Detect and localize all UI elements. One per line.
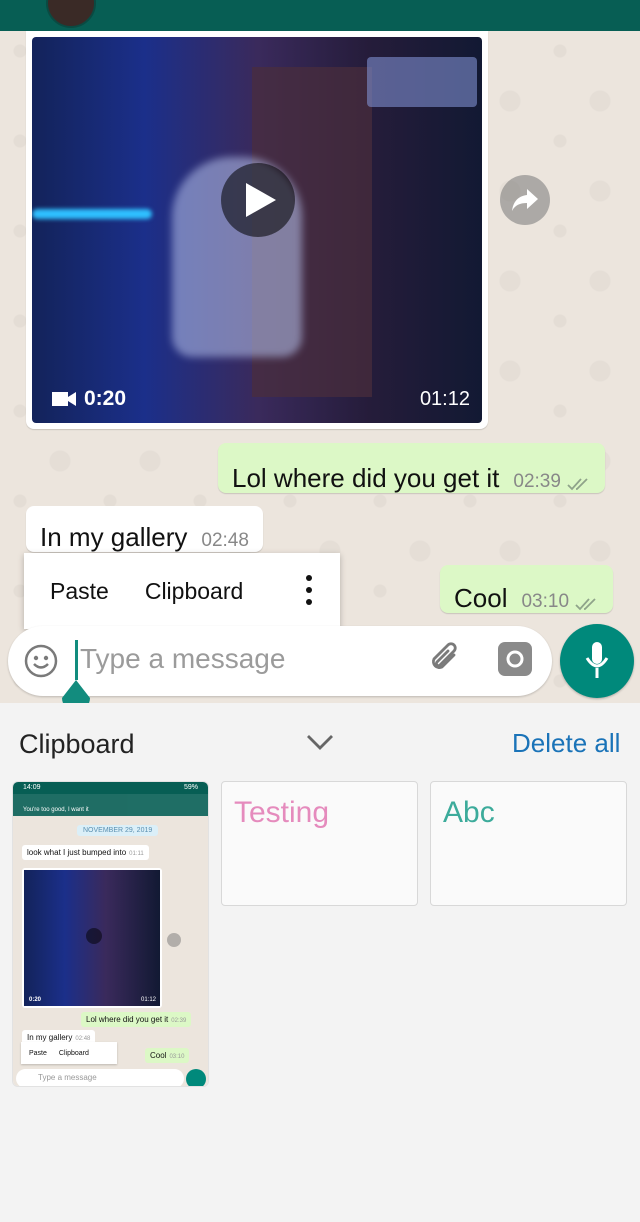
mini-message-time: 03:10 (169, 1054, 185, 1060)
message-text: Cool (454, 583, 508, 613)
more-options-icon[interactable] (306, 575, 312, 605)
video-duration: 0:20 (52, 387, 126, 411)
mini-forward-icon (167, 933, 181, 947)
message-time: 02:48 (201, 530, 249, 551)
message-text: Lol where did you get it (232, 463, 500, 493)
video-duration-text: 0:20 (84, 387, 127, 410)
mic-icon (585, 642, 609, 678)
video-thumbnail[interactable]: 0:20 01:12 (32, 37, 482, 423)
delete-all-button[interactable]: Delete all (512, 728, 620, 759)
play-icon[interactable] (221, 163, 295, 237)
mini-message-text: look what I just bumped into (27, 848, 127, 857)
text-selection-menu: Paste Clipboard (24, 553, 340, 629)
mini-status-battery: 59% (183, 784, 198, 791)
clipboard-panel: Clipboard Delete all 14:09 59% You're to… (0, 703, 640, 1222)
mini-composer: Type a message (16, 1069, 184, 1086)
mini-message-time: 01:11 (129, 851, 144, 857)
clipboard-item-text[interactable]: Testing (221, 781, 418, 906)
outgoing-message[interactable]: Cool 03:10 (440, 565, 614, 613)
clipboard-item-screenshot[interactable]: 14:09 59% You're too good, I want it NOV… (12, 781, 209, 1087)
mini-date-label: NOVEMBER 29, 2019 (77, 825, 159, 836)
video-frame-neon (32, 209, 152, 219)
mini-video-time: 01:12 (140, 997, 156, 1003)
double-check-icon (575, 598, 596, 611)
mini-incoming-message: look what I just bumped into 01:11 (22, 845, 149, 860)
video-message[interactable]: 0:20 01:12 (26, 31, 488, 429)
forward-icon[interactable] (500, 175, 550, 225)
mini-message-text: Lol where did you get it (86, 1015, 169, 1024)
incoming-message[interactable]: In my gallery 02:48 (26, 506, 263, 552)
mini-mic-icon (186, 1069, 206, 1086)
video-frame-light (367, 57, 477, 107)
mini-message-time: 02:39 (171, 1018, 187, 1024)
message-text: In my gallery (40, 522, 188, 552)
mini-video: 0:20 01:12 (22, 868, 162, 1008)
attach-icon[interactable] (428, 641, 464, 682)
mini-status-time: 14:09 (23, 784, 41, 791)
text-cursor (75, 640, 78, 680)
mini-paste: Paste (29, 1049, 47, 1057)
mini-outgoing-message: Cool 03:10 (145, 1048, 190, 1063)
chevron-down-icon[interactable] (306, 733, 334, 756)
mini-message-text: Cool (150, 1051, 167, 1060)
clipboard-menu-item[interactable]: Clipboard (145, 578, 243, 605)
mini-chat: NOVEMBER 29, 2019 look what I just bumpe… (13, 816, 208, 1086)
video-camera-icon (52, 392, 76, 406)
mic-button[interactable] (560, 624, 634, 698)
mini-message-text: In my gallery (27, 1033, 73, 1042)
outgoing-message[interactable]: Lol where did you get it 02:39 (218, 443, 605, 493)
video-timestamp: 01:12 (419, 388, 470, 410)
mini-play-icon (86, 928, 102, 944)
message-time: 02:39 (513, 471, 561, 492)
mini-status-bar: 14:09 59% (13, 782, 208, 794)
clipboard-title: Clipboard (19, 729, 135, 759)
message-time: 03:10 (521, 591, 570, 612)
mini-header: You're too good, I want it (13, 794, 208, 816)
emoji-icon[interactable] (24, 644, 58, 683)
contact-avatar[interactable] (46, 0, 96, 28)
mini-video-duration: 0:20 (29, 997, 42, 1003)
double-check-icon (567, 478, 588, 491)
camera-icon[interactable] (498, 642, 532, 676)
mini-outgoing-message: Lol where did you get it 02:39 (81, 1012, 192, 1027)
paste-menu-item[interactable]: Paste (50, 578, 109, 605)
clipboard-item-text[interactable]: Abc (430, 781, 627, 906)
message-composer: Type a message (8, 626, 552, 712)
message-input[interactable]: Type a message (80, 643, 285, 675)
mini-clipboard: Clipboard (58, 1049, 89, 1057)
chat-header (0, 0, 640, 31)
mini-selection-menu: Paste Clipboard (21, 1042, 117, 1064)
